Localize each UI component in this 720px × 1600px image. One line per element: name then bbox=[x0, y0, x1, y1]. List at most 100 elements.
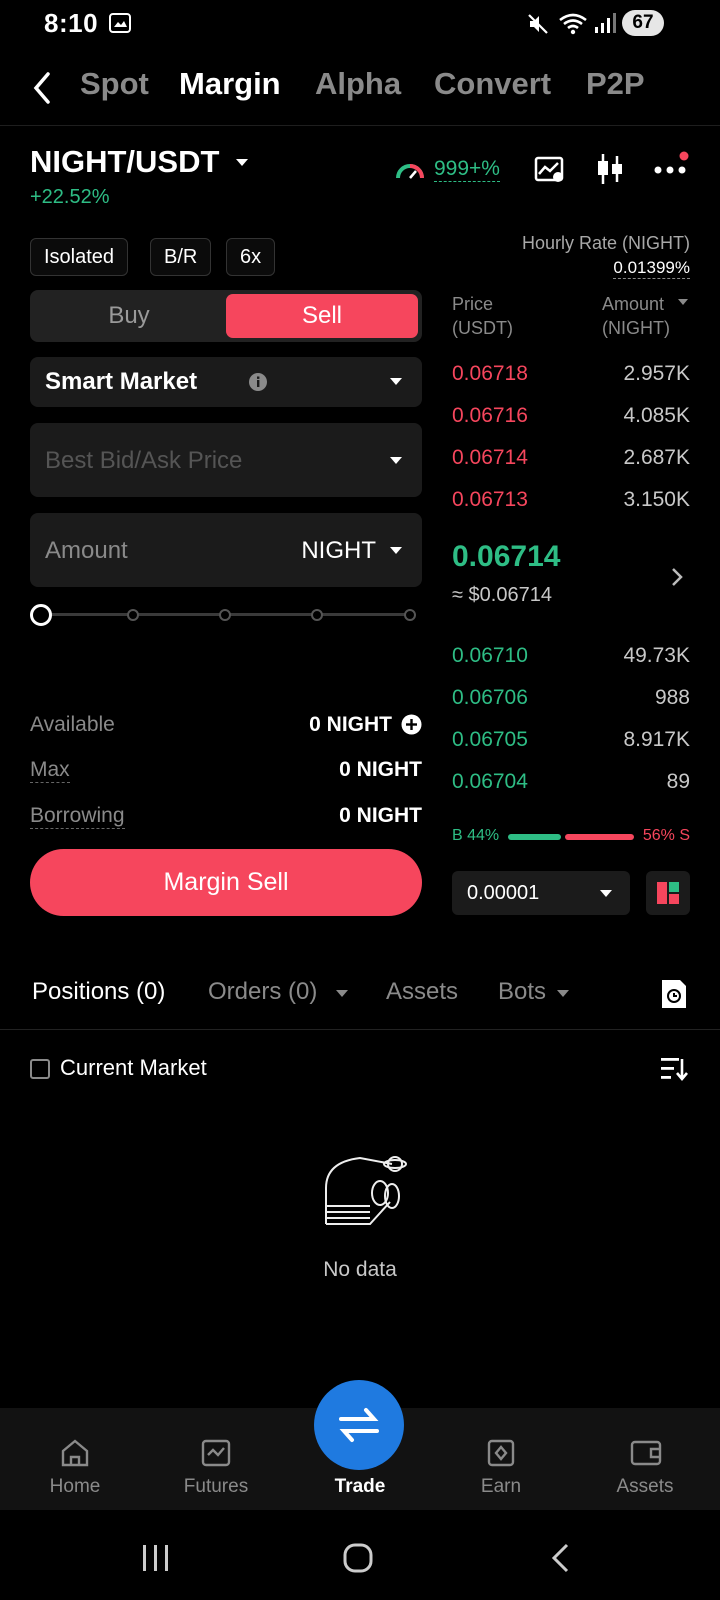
available-label: Available bbox=[30, 713, 115, 736]
ask-row[interactable]: 0.06713 3.150K bbox=[452, 488, 690, 518]
pair-selector[interactable]: NIGHT/USDT bbox=[30, 144, 249, 180]
leverage-chip[interactable]: 6x bbox=[226, 238, 276, 276]
gauge-value[interactable]: 999+% bbox=[434, 157, 500, 182]
candlestick-icon[interactable] bbox=[594, 152, 626, 186]
amount-header[interactable]: Amount (NIGHT) bbox=[602, 292, 670, 340]
top-nav: Spot Margin Alpha Convert P2P bbox=[0, 56, 720, 126]
ask-amount: 2.957K bbox=[623, 362, 690, 385]
nav-trade[interactable]: Trade bbox=[300, 1380, 420, 1510]
slider-step-75[interactable] bbox=[311, 609, 323, 621]
nav-assets[interactable]: Assets bbox=[585, 1408, 705, 1510]
bid-row[interactable]: 0.06705 8.917K bbox=[452, 728, 690, 758]
ask-price: 0.06713 bbox=[452, 488, 528, 511]
ask-amount: 2.687K bbox=[623, 446, 690, 469]
precision-select[interactable]: 0.00001 bbox=[452, 871, 630, 915]
sell-tab[interactable]: Sell bbox=[226, 294, 418, 338]
battery-indicator: 67 bbox=[622, 10, 664, 36]
chevron-down-icon bbox=[557, 990, 569, 997]
current-market-checkbox[interactable] bbox=[30, 1059, 50, 1079]
wallet-icon bbox=[630, 1440, 662, 1466]
slider-step-25[interactable] bbox=[127, 609, 139, 621]
chevron-down-icon bbox=[236, 159, 249, 166]
tab-bots[interactable]: Bots bbox=[498, 978, 546, 1006]
nav-trade-label: Trade bbox=[334, 1476, 386, 1497]
hourly-rate-value[interactable]: 0.01399% bbox=[613, 258, 690, 279]
recent-apps-icon[interactable] bbox=[140, 1544, 172, 1572]
price-header-unit: (USDT) bbox=[452, 318, 513, 338]
borrow-repay-chip[interactable]: B/R bbox=[150, 238, 212, 276]
nav-home-label: Home bbox=[49, 1476, 101, 1497]
bid-amount: 49.73K bbox=[623, 644, 690, 667]
status-time: 8:10 bbox=[44, 8, 99, 38]
bid-price: 0.06710 bbox=[452, 644, 528, 667]
back-button-icon[interactable] bbox=[548, 1542, 572, 1574]
system-nav-bar bbox=[0, 1510, 720, 1600]
borrowing-label[interactable]: Borrowing bbox=[30, 804, 125, 829]
chevron-down-icon bbox=[390, 378, 402, 385]
tab-orders[interactable]: Orders (0) bbox=[208, 978, 317, 1006]
tab-p2p[interactable]: P2P bbox=[586, 66, 645, 102]
add-funds-icon[interactable] bbox=[401, 714, 422, 735]
tab-convert[interactable]: Convert bbox=[434, 66, 551, 102]
layout-icon bbox=[657, 882, 679, 904]
tab-spot[interactable]: Spot bbox=[80, 66, 149, 102]
margin-mode-chip[interactable]: Isolated bbox=[30, 238, 129, 276]
precision-value: 0.00001 bbox=[467, 882, 540, 904]
back-arrow-icon[interactable] bbox=[30, 70, 54, 106]
more-icon[interactable] bbox=[652, 150, 692, 184]
nav-earn[interactable]: Earn bbox=[441, 1408, 561, 1510]
chevron-right-icon[interactable] bbox=[670, 566, 684, 588]
bid-amount: 89 bbox=[666, 770, 690, 793]
gauge-icon bbox=[396, 164, 424, 179]
info-icon[interactable] bbox=[248, 372, 268, 392]
nav-futures[interactable]: Futures bbox=[156, 1408, 276, 1510]
ask-row[interactable]: 0.06716 4.085K bbox=[452, 404, 690, 434]
chevron-down-icon bbox=[600, 890, 612, 897]
amount-field[interactable]: Amount NIGHT bbox=[30, 513, 422, 587]
chevron-down-icon bbox=[678, 299, 688, 305]
chart-settings-icon[interactable] bbox=[534, 156, 566, 184]
buy-tab[interactable]: Buy bbox=[34, 294, 224, 338]
chevron-down-icon bbox=[336, 990, 348, 997]
slider-step-100[interactable] bbox=[404, 609, 416, 621]
margin-sell-button[interactable]: Margin Sell bbox=[30, 849, 422, 916]
tab-positions[interactable]: Positions (0) bbox=[32, 978, 165, 1006]
price-header: Price (USDT) bbox=[452, 292, 513, 340]
ask-row[interactable]: 0.06714 2.687K bbox=[452, 446, 690, 476]
swap-icon bbox=[339, 1408, 379, 1442]
amount-slider[interactable] bbox=[30, 603, 422, 627]
history-icon[interactable] bbox=[660, 978, 688, 1010]
tab-assets[interactable]: Assets bbox=[386, 978, 458, 1006]
orderbook-layout-button[interactable] bbox=[646, 871, 690, 915]
price-header-label: Price bbox=[452, 294, 494, 314]
buy-sell-ratio: B 44% 56% S bbox=[452, 827, 690, 849]
pair-symbol: NIGHT/USDT bbox=[30, 144, 220, 179]
empty-state-text: No data bbox=[323, 1258, 397, 1281]
sell-ratio-label: 56% S bbox=[642, 827, 690, 844]
sort-icon[interactable] bbox=[660, 1056, 688, 1082]
bottom-nav: Home Futures Trade Earn Assets bbox=[0, 1380, 720, 1510]
max-row: Max 0 NIGHT bbox=[30, 758, 422, 788]
tab-alpha[interactable]: Alpha bbox=[315, 66, 401, 102]
bid-row[interactable]: 0.06710 49.73K bbox=[452, 644, 690, 674]
earn-icon bbox=[487, 1439, 515, 1467]
ask-price: 0.06714 bbox=[452, 446, 528, 469]
bid-price: 0.06705 bbox=[452, 728, 528, 751]
amount-unit-select[interactable]: NIGHT bbox=[301, 537, 376, 565]
bid-price: 0.06706 bbox=[452, 686, 528, 709]
nav-home[interactable]: Home bbox=[15, 1408, 135, 1510]
bid-row[interactable]: 0.06706 988 bbox=[452, 686, 690, 716]
home-button-icon[interactable] bbox=[342, 1542, 374, 1574]
slider-handle[interactable] bbox=[30, 604, 52, 626]
max-value: 0 NIGHT bbox=[339, 758, 422, 781]
hourly-rate-label: Hourly Rate (NIGHT) bbox=[521, 233, 690, 253]
ask-row[interactable]: 0.06718 2.957K bbox=[452, 362, 690, 392]
max-label[interactable]: Max bbox=[30, 758, 70, 783]
chevron-down-icon bbox=[390, 457, 402, 464]
price-field[interactable]: Best Bid/Ask Price bbox=[30, 423, 422, 497]
slider-step-50[interactable] bbox=[219, 609, 231, 621]
tab-margin[interactable]: Margin bbox=[179, 66, 281, 102]
order-type-select[interactable]: Smart Market bbox=[30, 357, 422, 407]
bid-row[interactable]: 0.06704 89 bbox=[452, 770, 690, 800]
ask-price: 0.06718 bbox=[452, 362, 528, 385]
